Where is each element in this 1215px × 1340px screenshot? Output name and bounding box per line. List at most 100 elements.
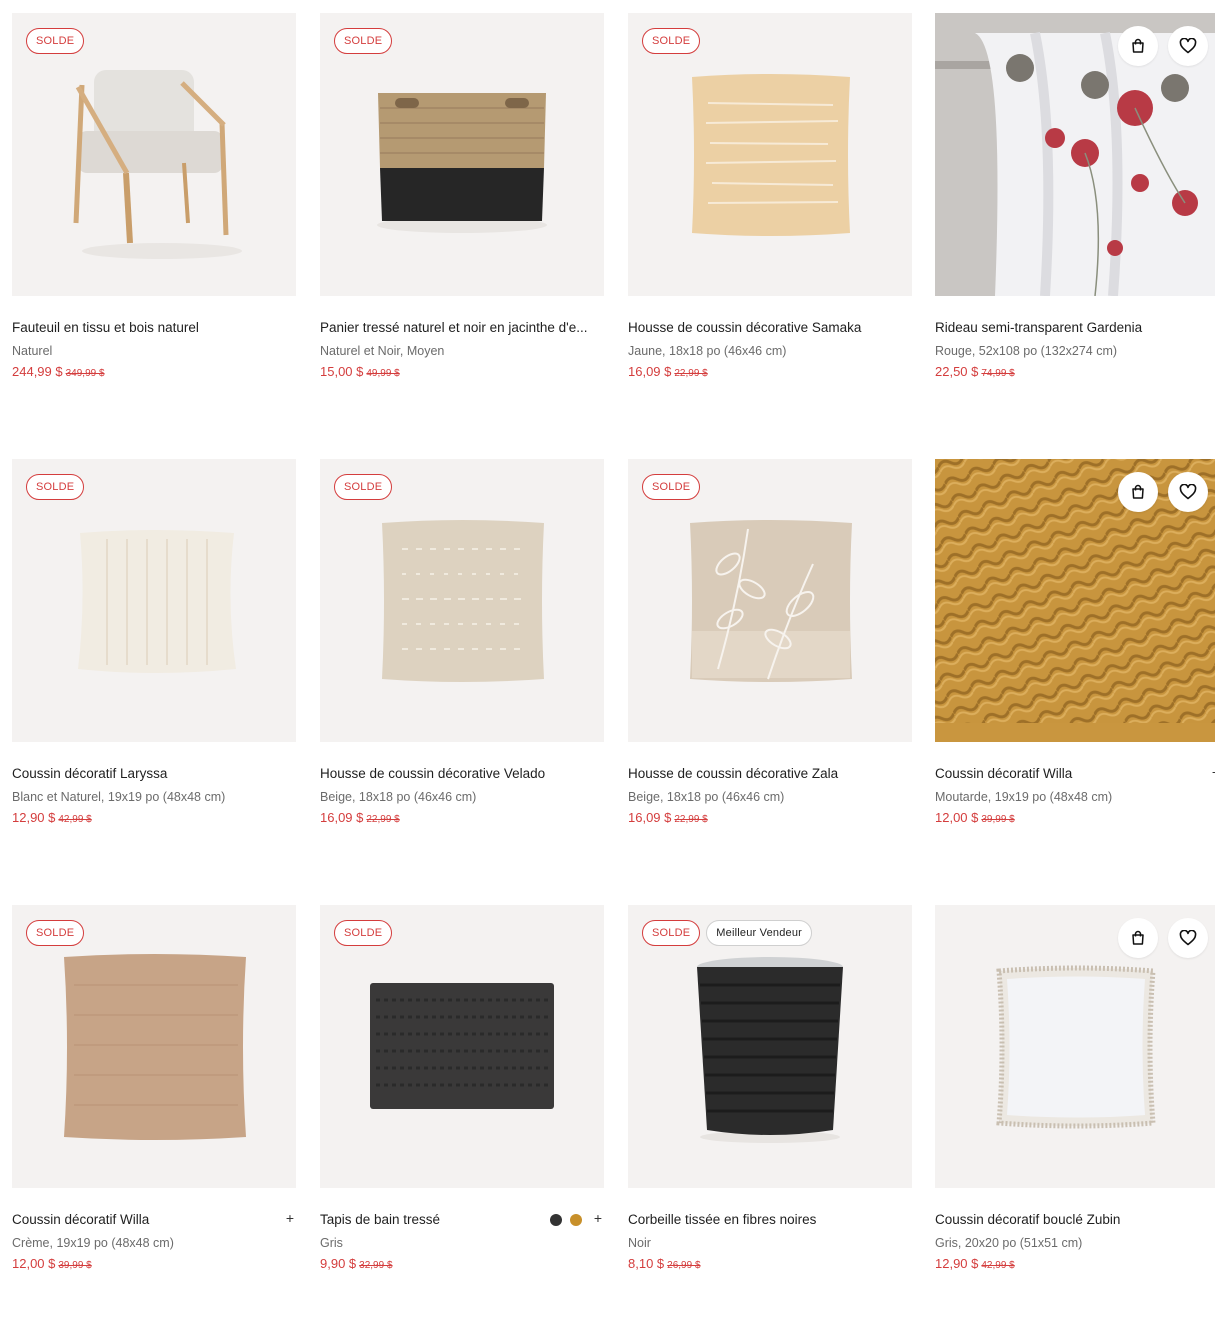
add-to-cart-button[interactable] bbox=[1118, 918, 1158, 958]
product-variant: Noir bbox=[628, 1236, 651, 1250]
sale-badge: SOLDE bbox=[26, 474, 85, 500]
original-price: 22,99 $ bbox=[674, 814, 708, 825]
product-price: 12,00 $39,99 $ bbox=[12, 1256, 296, 1273]
product-name[interactable]: Coussin décoratif Willa bbox=[12, 1212, 284, 1228]
sale-price: 16,09 $ bbox=[628, 364, 672, 379]
swatch-gray[interactable] bbox=[550, 1214, 562, 1226]
product-image[interactable]: SOLDE bbox=[320, 459, 604, 742]
wishlist-button[interactable] bbox=[1168, 26, 1208, 66]
sale-badge: SOLDE bbox=[334, 474, 393, 500]
product-variant: Rouge, 52x108 po (132x274 cm) bbox=[935, 344, 1118, 358]
product-card[interactable]: SOLDE Housse de coussin décorative Zala … bbox=[628, 459, 912, 827]
product-price: 8,10 $26,99 $ bbox=[628, 1256, 912, 1273]
sale-badge: SOLDE bbox=[26, 28, 85, 54]
product-name[interactable]: Coussin décoratif Laryssa bbox=[12, 766, 284, 782]
product-card[interactable]: SOLDE Housse de coussin décorative Velad… bbox=[320, 459, 604, 827]
product-name[interactable]: Housse de coussin décorative Zala bbox=[628, 766, 900, 782]
product-card[interactable]: Rideau semi-transparent Gardenia Rouge, … bbox=[935, 13, 1215, 381]
product-card[interactable]: SOLDE Coussin décoratif Laryssa Blanc et… bbox=[12, 459, 296, 827]
original-price: 22,99 $ bbox=[674, 368, 708, 379]
product-name[interactable]: Corbeille tissée en fibres noires bbox=[628, 1212, 900, 1228]
product-image[interactable]: SOLDE bbox=[320, 905, 604, 1188]
cushion-image bbox=[692, 74, 850, 236]
original-price: 39,99 $ bbox=[981, 814, 1015, 825]
product-image[interactable]: SOLDE bbox=[628, 13, 912, 296]
sale-price: 244,99 $ bbox=[12, 364, 63, 379]
wishlist-button[interactable] bbox=[1168, 918, 1208, 958]
product-variant: Gris bbox=[320, 1236, 343, 1250]
add-to-cart-button[interactable] bbox=[1118, 26, 1158, 66]
armchair-image bbox=[73, 70, 242, 259]
product-image[interactable] bbox=[935, 905, 1215, 1188]
original-price: 22,99 $ bbox=[366, 814, 400, 825]
product-card[interactable]: Coussin décoratif Willa Moutarde, 19x19 … bbox=[935, 459, 1215, 827]
sale-price: 12,00 $ bbox=[935, 810, 979, 825]
sale-badge: SOLDE bbox=[642, 474, 701, 500]
product-card[interactable]: SOLDE Tapis de bain tressé Gris 9,90 $32… bbox=[320, 905, 604, 1273]
heart-icon bbox=[1179, 38, 1197, 54]
product-variant: Beige, 18x18 po (46x46 cm) bbox=[628, 790, 785, 804]
product-price: 15,00 $49,99 $ bbox=[320, 364, 604, 381]
product-price: 12,90 $42,99 $ bbox=[12, 810, 296, 827]
sale-badge: SOLDE bbox=[334, 920, 393, 946]
product-variant: Blanc et Naturel, 19x19 po (48x48 cm) bbox=[12, 790, 226, 804]
product-price: 9,90 $32,99 $ bbox=[320, 1256, 604, 1273]
product-variant: Moutarde, 19x19 po (48x48 cm) bbox=[935, 790, 1113, 804]
product-name[interactable]: Housse de coussin décorative Samaka bbox=[628, 320, 900, 336]
plus-icon[interactable]: + bbox=[286, 1211, 294, 1225]
product-price: 16,09 $22,99 $ bbox=[628, 810, 912, 827]
product-price: 244,99 $349,99 $ bbox=[12, 364, 296, 381]
product-image[interactable]: SOLDE bbox=[12, 905, 296, 1188]
product-image[interactable] bbox=[935, 459, 1215, 742]
original-price: 39,99 $ bbox=[58, 1260, 92, 1271]
sale-price: 9,90 $ bbox=[320, 1256, 357, 1271]
sale-price: 8,10 $ bbox=[628, 1256, 665, 1271]
cushion-image bbox=[382, 520, 544, 682]
product-name[interactable]: Coussin décoratif Willa bbox=[935, 766, 1207, 782]
sale-price: 16,09 $ bbox=[628, 810, 672, 825]
sale-price: 15,00 $ bbox=[320, 364, 364, 379]
product-card[interactable]: SOLDE Coussin décoratif Willa Crème, 19x… bbox=[12, 905, 296, 1273]
product-card[interactable]: SOLDE Meilleur Vendeur Corbeille tissée … bbox=[628, 905, 912, 1273]
shopping-bag-icon bbox=[1132, 484, 1144, 499]
product-card[interactable]: SOLDE Housse de coussin décorative Samak… bbox=[628, 13, 912, 381]
sale-badge: SOLDE bbox=[642, 920, 701, 946]
product-card[interactable]: Coussin décoratif bouclé Zubin Gris, 20x… bbox=[935, 905, 1215, 1273]
product-card[interactable]: SOLDE Fauteuil en tissu et bois naturel … bbox=[12, 13, 296, 381]
product-variant: Jaune, 18x18 po (46x46 cm) bbox=[628, 344, 787, 358]
product-variant: Naturel bbox=[12, 344, 53, 358]
product-name[interactable]: Coussin décoratif bouclé Zubin bbox=[935, 1212, 1207, 1228]
cushion-image bbox=[690, 520, 852, 682]
product-price: 12,00 $39,99 $ bbox=[935, 810, 1215, 827]
product-image[interactable]: SOLDE Meilleur Vendeur bbox=[628, 905, 912, 1188]
product-image[interactable]: SOLDE bbox=[12, 459, 296, 742]
product-image[interactable]: SOLDE bbox=[628, 459, 912, 742]
product-name[interactable]: Panier tressé naturel et noir en jacinth… bbox=[320, 320, 592, 336]
basket-image bbox=[697, 957, 843, 1143]
heart-icon bbox=[1179, 484, 1197, 500]
sale-badge: SOLDE bbox=[642, 28, 701, 54]
product-image[interactable]: SOLDE bbox=[320, 13, 604, 296]
sale-badge: SOLDE bbox=[26, 920, 85, 946]
heart-icon bbox=[1179, 930, 1197, 946]
add-to-cart-button[interactable] bbox=[1118, 472, 1158, 512]
product-variant: Beige, 18x18 po (46x46 cm) bbox=[320, 790, 477, 804]
product-card[interactable]: SOLDE Panier tressé naturel et noir en j… bbox=[320, 13, 604, 381]
original-price: 26,99 $ bbox=[667, 1260, 701, 1271]
swatch-mustard[interactable] bbox=[570, 1214, 582, 1226]
product-variant: Gris, 20x20 po (51x51 cm) bbox=[935, 1236, 1083, 1250]
best-seller-badge: Meilleur Vendeur bbox=[706, 920, 813, 946]
cushion-image bbox=[78, 530, 236, 673]
sale-price: 12,90 $ bbox=[935, 1256, 979, 1271]
product-name[interactable]: Fauteuil en tissu et bois naturel bbox=[12, 320, 284, 336]
product-image[interactable] bbox=[935, 13, 1215, 296]
product-price: 16,09 $22,99 $ bbox=[628, 364, 912, 381]
color-swatches bbox=[550, 1214, 582, 1226]
original-price: 74,99 $ bbox=[981, 368, 1015, 379]
wishlist-button[interactable] bbox=[1168, 472, 1208, 512]
product-image[interactable]: SOLDE bbox=[12, 13, 296, 296]
product-name[interactable]: Housse de coussin décorative Velado bbox=[320, 766, 592, 782]
bath-mat-image bbox=[370, 983, 554, 1109]
plus-icon[interactable]: + bbox=[594, 1211, 602, 1225]
product-name[interactable]: Rideau semi-transparent Gardenia bbox=[935, 320, 1207, 336]
